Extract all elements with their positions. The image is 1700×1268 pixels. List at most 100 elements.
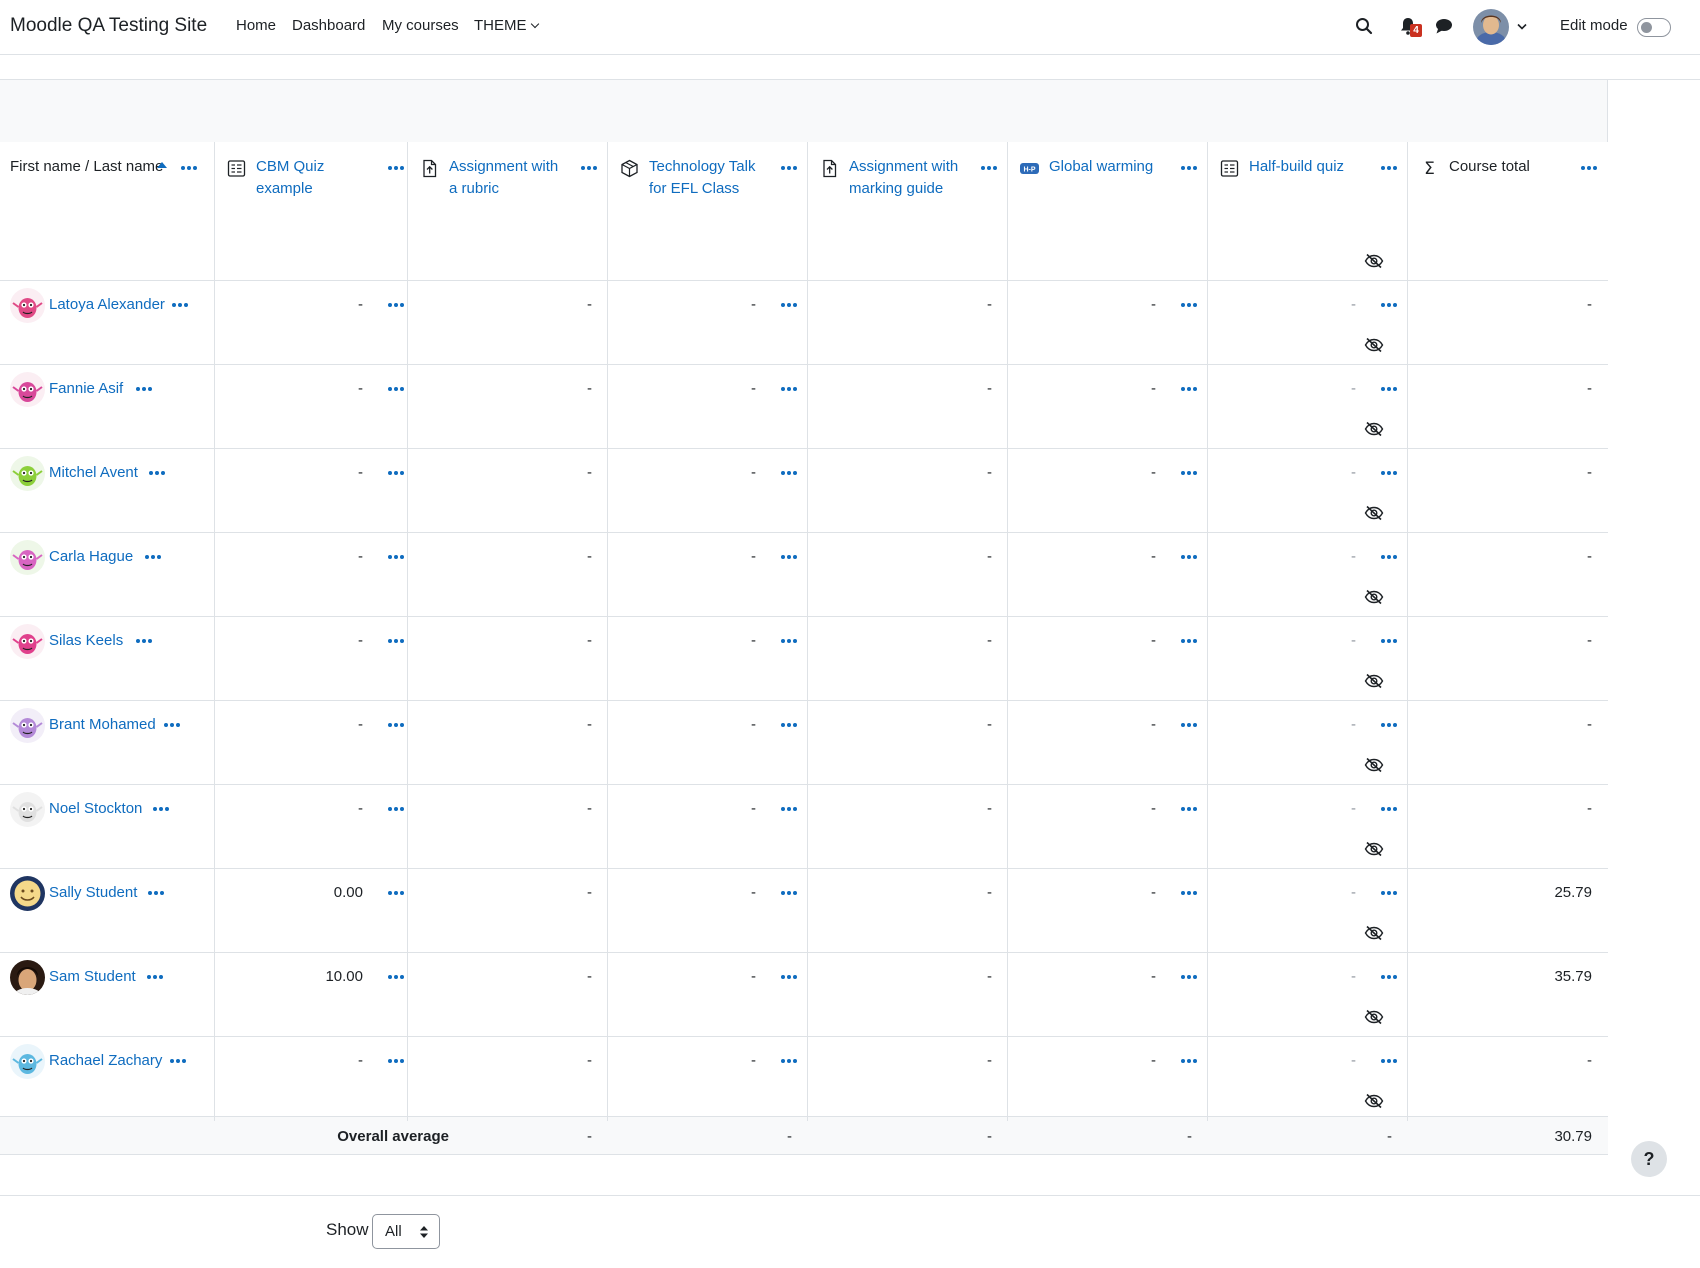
student-name-link[interactable]: Noel Stockton <box>49 800 142 817</box>
grade-cell-value[interactable]: - <box>1512 548 1592 565</box>
sort-ascending-icon[interactable] <box>157 162 167 168</box>
chat-icon[interactable] <box>1435 18 1453 34</box>
student-actions-menu-button[interactable] <box>136 387 152 393</box>
grade-cell-value[interactable]: - <box>676 1052 756 1069</box>
grade-cell-menu-button[interactable] <box>388 1059 404 1065</box>
grade-cell-menu-button[interactable] <box>781 639 797 645</box>
grade-cell-menu-button[interactable] <box>388 891 404 897</box>
grade-cell-value[interactable]: - <box>676 548 756 565</box>
grade-cell-value[interactable]: - <box>912 1052 992 1069</box>
grade-cell-menu-button[interactable] <box>388 555 404 561</box>
student-name-link[interactable]: Sam Student <box>49 968 136 985</box>
nav-my-courses[interactable]: My courses <box>382 17 459 34</box>
grade-cell-value[interactable]: - <box>512 548 592 565</box>
grade-cell-value[interactable]: - <box>1076 884 1156 901</box>
grade-cell-value[interactable]: - <box>512 296 592 313</box>
grade-cell-value[interactable]: - <box>283 1052 363 1069</box>
avatar[interactable] <box>10 624 45 659</box>
grade-cell-value[interactable]: - <box>676 800 756 817</box>
grade-cell-value[interactable]: - <box>283 716 363 733</box>
avatar[interactable] <box>10 372 45 407</box>
grade-cell-value[interactable]: - <box>1512 800 1592 817</box>
student-name-link[interactable]: Brant Mohamed <box>49 716 156 733</box>
grade-cell-menu-button[interactable] <box>1181 303 1197 309</box>
grade-cell-value[interactable]: - <box>512 1052 592 1069</box>
grade-cell-value[interactable]: - <box>1276 296 1356 313</box>
user-menu-chevron-icon[interactable] <box>1517 23 1527 31</box>
nav-theme[interactable]: THEME <box>474 17 539 34</box>
grade-cell-value[interactable]: - <box>912 800 992 817</box>
student-actions-menu-button[interactable] <box>136 639 152 645</box>
grade-item-header-menu-button[interactable] <box>1381 166 1397 172</box>
grade-cell-menu-button[interactable] <box>388 639 404 645</box>
grade-cell-value[interactable]: 25.79 <box>1512 884 1592 901</box>
grade-cell-value[interactable]: - <box>1076 296 1156 313</box>
grade-cell-value[interactable]: - <box>1076 548 1156 565</box>
edit-mode-toggle[interactable] <box>1637 18 1671 37</box>
grade-cell-value[interactable]: - <box>676 884 756 901</box>
grade-cell-value[interactable]: - <box>1512 296 1592 313</box>
avatar[interactable] <box>10 1044 45 1079</box>
nav-dashboard[interactable]: Dashboard <box>292 17 365 34</box>
student-actions-menu-button[interactable] <box>147 975 163 981</box>
grade-cell-menu-button[interactable] <box>1181 975 1197 981</box>
grade-cell-value[interactable]: - <box>1276 884 1356 901</box>
avatar[interactable] <box>10 540 45 575</box>
grade-cell-value[interactable]: - <box>1276 548 1356 565</box>
search-icon[interactable] <box>1355 17 1373 35</box>
grade-cell-value[interactable]: - <box>1276 800 1356 817</box>
grade-cell-value[interactable]: - <box>512 968 592 985</box>
grade-cell-value[interactable]: - <box>1276 632 1356 649</box>
grade-item-header-label[interactable]: Assignment with marking guide <box>849 156 964 200</box>
grade-cell-value[interactable]: 10.00 <box>283 968 363 985</box>
student-actions-menu-button[interactable] <box>149 471 165 477</box>
grade-cell-value[interactable]: - <box>912 968 992 985</box>
grade-cell-value[interactable]: - <box>283 464 363 481</box>
grade-cell-value[interactable]: - <box>512 716 592 733</box>
grade-cell-menu-button[interactable] <box>1381 1059 1397 1065</box>
grade-cell-menu-button[interactable] <box>781 555 797 561</box>
student-actions-menu-button[interactable] <box>148 891 164 897</box>
grade-cell-menu-button[interactable] <box>1381 723 1397 729</box>
grade-cell-menu-button[interactable] <box>1181 387 1197 393</box>
help-button[interactable]: ? <box>1631 1141 1667 1177</box>
grade-cell-menu-button[interactable] <box>388 303 404 309</box>
grade-cell-value[interactable]: - <box>1076 632 1156 649</box>
grade-cell-value[interactable]: 0.00 <box>283 884 363 901</box>
grade-cell-menu-button[interactable] <box>781 891 797 897</box>
grade-item-header-menu-button[interactable] <box>581 166 597 172</box>
grade-cell-value[interactable]: - <box>912 464 992 481</box>
student-actions-menu-button[interactable] <box>164 723 180 729</box>
grade-cell-value[interactable]: - <box>676 296 756 313</box>
grade-cell-menu-button[interactable] <box>1181 555 1197 561</box>
grade-item-header-label[interactable]: Half-build quiz <box>1249 156 1364 178</box>
avatar[interactable] <box>10 708 45 743</box>
grade-cell-menu-button[interactable] <box>1381 891 1397 897</box>
grade-cell-menu-button[interactable] <box>1381 471 1397 477</box>
grade-cell-value[interactable]: - <box>912 380 992 397</box>
grade-cell-menu-button[interactable] <box>781 975 797 981</box>
grade-cell-menu-button[interactable] <box>388 807 404 813</box>
student-name-link[interactable]: Fannie Asif <box>49 380 123 397</box>
grade-item-header-menu-button[interactable] <box>781 166 797 172</box>
grade-cell-value[interactable]: - <box>676 716 756 733</box>
grade-item-header-menu-button[interactable] <box>1581 166 1597 172</box>
grade-cell-menu-button[interactable] <box>388 471 404 477</box>
user-avatar[interactable] <box>1473 9 1509 45</box>
grade-cell-menu-button[interactable] <box>1381 387 1397 393</box>
grade-cell-menu-button[interactable] <box>781 387 797 393</box>
grade-cell-value[interactable]: - <box>512 884 592 901</box>
student-name-link[interactable]: Sally Student <box>49 884 137 901</box>
grade-cell-menu-button[interactable] <box>1381 807 1397 813</box>
grade-cell-value[interactable]: - <box>512 380 592 397</box>
grade-cell-value[interactable]: - <box>1512 716 1592 733</box>
grade-cell-value[interactable]: - <box>676 464 756 481</box>
grade-cell-value[interactable]: - <box>912 884 992 901</box>
grade-cell-value[interactable]: - <box>912 548 992 565</box>
grade-cell-value[interactable]: - <box>1076 1052 1156 1069</box>
name-header-menu-button[interactable] <box>181 166 197 172</box>
grade-item-header-menu-button[interactable] <box>388 166 404 172</box>
grade-item-header-label[interactable]: Global warming <box>1049 156 1164 178</box>
grade-cell-value[interactable]: - <box>512 800 592 817</box>
grade-cell-menu-button[interactable] <box>1381 555 1397 561</box>
